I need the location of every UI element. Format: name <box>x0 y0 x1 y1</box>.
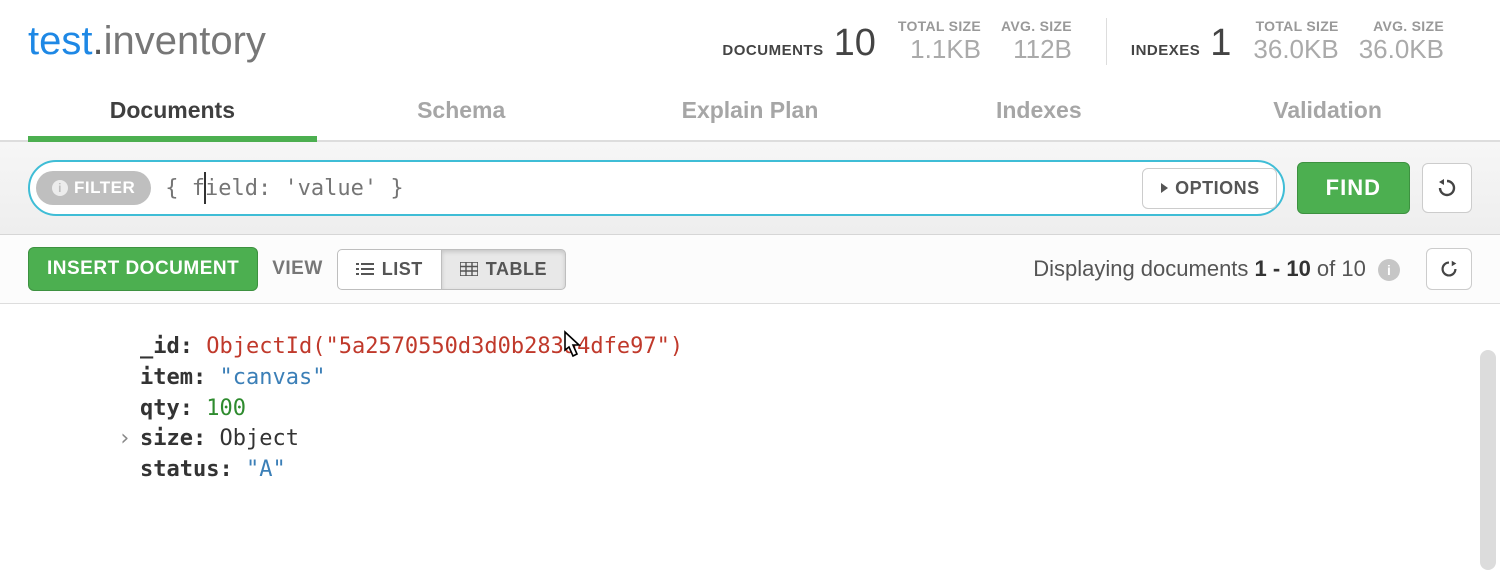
display-total: 10 <box>1341 256 1365 281</box>
view-list-button[interactable]: LIST <box>337 249 442 290</box>
stat-documents-label: DOCUMENTS <box>722 42 823 59</box>
filter-pill: i FILTER <box>36 171 151 205</box>
reset-query-button[interactable] <box>1422 163 1472 213</box>
namespace-title: test.inventory <box>28 19 266 64</box>
display-count-text: Displaying documents 1 - 10 of 10 i <box>1033 256 1400 282</box>
expand-caret-icon[interactable]: › <box>118 424 131 455</box>
field-value-status: "A" <box>246 457 286 482</box>
view-table-button[interactable]: TABLE <box>441 249 566 290</box>
namespace-collection: inventory <box>104 19 266 63</box>
display-prefix: Displaying documents <box>1033 256 1254 281</box>
info-icon[interactable]: i <box>1378 259 1400 281</box>
doc-field-id: _id: ObjectId("5a2570550d3d0b283a4dfe97"… <box>140 332 1440 363</box>
view-label: VIEW <box>272 258 323 280</box>
stat-docs-avg-size-label: AVG. SIZE <box>1001 18 1072 34</box>
query-filter-bar: i FILTER OPTIONS FIND <box>0 142 1500 235</box>
stat-idx-avg-size-label: AVG. SIZE <box>1373 18 1444 34</box>
stat-docs-avg-size-value: 112B <box>1013 34 1072 65</box>
find-button[interactable]: FIND <box>1297 162 1410 214</box>
documents-toolbar: INSERT DOCUMENT VIEW LIST TABLE Displayi… <box>0 235 1500 304</box>
filter-options-label: OPTIONS <box>1175 178 1260 199</box>
filter-options-button[interactable]: OPTIONS <box>1142 168 1277 209</box>
field-key-item: item <box>140 365 193 390</box>
refresh-button[interactable] <box>1426 248 1472 290</box>
refresh-icon <box>1438 258 1460 280</box>
tab-bar: Documents Schema Explain Plan Indexes Va… <box>0 83 1500 142</box>
collection-header: test.inventory DOCUMENTS 10 TOTAL SIZE 1… <box>0 0 1500 73</box>
stat-idx-total-size-label: TOTAL SIZE <box>1256 18 1339 34</box>
tab-explain-plan[interactable]: Explain Plan <box>606 83 895 142</box>
field-key-qty: qty <box>140 396 180 421</box>
display-range: 1 - 10 <box>1255 256 1311 281</box>
stat-docs-total-size-label: TOTAL SIZE <box>898 18 981 34</box>
insert-document-button[interactable]: INSERT DOCUMENT <box>28 247 258 291</box>
field-value-qty: 100 <box>206 396 246 421</box>
doc-field-size: ›size: Object <box>140 424 1440 455</box>
display-middle: of <box>1311 256 1342 281</box>
filter-pill-label: FILTER <box>74 178 135 198</box>
view-toggle-group: LIST TABLE <box>337 249 566 290</box>
tab-documents[interactable]: Documents <box>28 83 317 142</box>
namespace-db: test <box>28 19 92 63</box>
table-icon <box>460 262 478 276</box>
list-icon <box>356 262 374 276</box>
stat-indexes-label: INDEXES <box>1131 42 1200 59</box>
collection-stats: DOCUMENTS 10 TOTAL SIZE 1.1KB AVG. SIZE … <box>704 18 1472 65</box>
document-json-view: _id: ObjectId("5a2570550d3d0b283a4dfe97"… <box>0 304 1500 516</box>
field-value-item: "canvas" <box>219 365 325 390</box>
doc-field-item: item: "canvas" <box>140 363 1440 394</box>
stat-documents-value: 10 <box>834 22 876 65</box>
stat-idx-avg-size-value: 36.0KB <box>1359 34 1444 65</box>
tab-validation[interactable]: Validation <box>1183 83 1472 142</box>
view-table-label: TABLE <box>486 259 547 280</box>
stat-docs-total-size-value: 1.1KB <box>910 34 981 65</box>
filter-input-wrap[interactable]: i FILTER OPTIONS <box>28 160 1285 216</box>
doc-field-status: status: "A" <box>140 455 1440 486</box>
history-icon <box>1435 176 1459 200</box>
field-value-id: ObjectId("5a2570550d3d0b283a4dfe97") <box>206 334 683 359</box>
tab-indexes[interactable]: Indexes <box>894 83 1183 142</box>
tab-schema[interactable]: Schema <box>317 83 606 142</box>
field-key-id: _id <box>140 334 180 359</box>
filter-query-input[interactable] <box>151 176 1142 201</box>
svg-text:i: i <box>58 181 62 195</box>
field-key-size: size <box>140 426 193 451</box>
vertical-scrollbar-thumb[interactable] <box>1480 350 1496 570</box>
stat-idx-total-size-value: 36.0KB <box>1253 34 1338 65</box>
caret-right-icon <box>1159 182 1169 194</box>
stat-indexes-value: 1 <box>1210 22 1231 65</box>
view-list-label: LIST <box>382 259 423 280</box>
field-value-size: Object <box>219 426 298 451</box>
text-cursor <box>204 172 206 204</box>
info-icon: i <box>52 180 68 196</box>
doc-field-qty: qty: 100 <box>140 394 1440 425</box>
namespace-separator: . <box>92 19 103 63</box>
field-key-status: status <box>140 457 219 482</box>
